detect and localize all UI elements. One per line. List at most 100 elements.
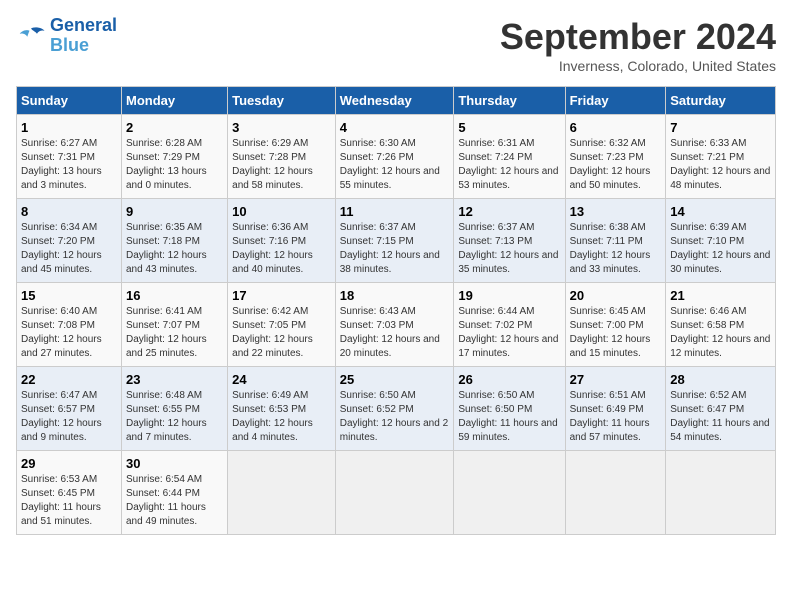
title-block: September 2024 Inverness, Colorado, Unit… [500,16,776,74]
day-number: 29 [21,456,117,471]
table-row: 21 Sunrise: 6:46 AMSunset: 6:58 PMDaylig… [666,283,776,367]
table-row: 7 Sunrise: 6:33 AMSunset: 7:21 PMDayligh… [666,115,776,199]
table-row: 1 Sunrise: 6:27 AMSunset: 7:31 PMDayligh… [17,115,122,199]
table-row: 19 Sunrise: 6:44 AMSunset: 7:02 PMDaylig… [454,283,565,367]
calendar-week-row: 8 Sunrise: 6:34 AMSunset: 7:20 PMDayligh… [17,199,776,283]
logo-bird-icon [16,24,46,48]
table-row [666,451,776,535]
day-number: 3 [232,120,331,135]
table-row: 18 Sunrise: 6:43 AMSunset: 7:03 PMDaylig… [335,283,454,367]
calendar-week-row: 15 Sunrise: 6:40 AMSunset: 7:08 PMDaylig… [17,283,776,367]
day-number: 5 [458,120,560,135]
calendar-week-row: 1 Sunrise: 6:27 AMSunset: 7:31 PMDayligh… [17,115,776,199]
calendar-body: 1 Sunrise: 6:27 AMSunset: 7:31 PMDayligh… [17,115,776,535]
table-row: 14 Sunrise: 6:39 AMSunset: 7:10 PMDaylig… [666,199,776,283]
table-row: 25 Sunrise: 6:50 AMSunset: 6:52 PMDaylig… [335,367,454,451]
table-row: 12 Sunrise: 6:37 AMSunset: 7:13 PMDaylig… [454,199,565,283]
month-title: September 2024 [500,16,776,58]
day-number: 21 [670,288,771,303]
col-thursday: Thursday [454,87,565,115]
day-number: 2 [126,120,223,135]
day-info: Sunrise: 6:39 AMSunset: 7:10 PMDaylight:… [670,221,771,277]
table-row: 11 Sunrise: 6:37 AMSunset: 7:15 PMDaylig… [335,199,454,283]
day-number: 30 [126,456,223,471]
table-row: 26 Sunrise: 6:50 AMSunset: 6:50 PMDaylig… [454,367,565,451]
day-number: 8 [21,204,117,219]
day-number: 14 [670,204,771,219]
table-row: 20 Sunrise: 6:45 AMSunset: 7:00 PMDaylig… [565,283,666,367]
day-number: 20 [570,288,662,303]
table-row: 3 Sunrise: 6:29 AMSunset: 7:28 PMDayligh… [228,115,336,199]
day-number: 17 [232,288,331,303]
table-row [228,451,336,535]
day-number: 4 [340,120,450,135]
col-monday: Monday [121,87,227,115]
table-row: 23 Sunrise: 6:48 AMSunset: 6:55 PMDaylig… [121,367,227,451]
day-number: 25 [340,372,450,387]
day-info: Sunrise: 6:32 AMSunset: 7:23 PMDaylight:… [570,137,662,193]
day-info: Sunrise: 6:46 AMSunset: 6:58 PMDaylight:… [670,305,771,361]
day-number: 23 [126,372,223,387]
table-row: 16 Sunrise: 6:41 AMSunset: 7:07 PMDaylig… [121,283,227,367]
logo-text: General Blue [50,16,117,56]
col-friday: Friday [565,87,666,115]
day-info: Sunrise: 6:37 AMSunset: 7:15 PMDaylight:… [340,221,450,277]
day-info: Sunrise: 6:31 AMSunset: 7:24 PMDaylight:… [458,137,560,193]
day-info: Sunrise: 6:41 AMSunset: 7:07 PMDaylight:… [126,305,223,361]
day-number: 27 [570,372,662,387]
location-subtitle: Inverness, Colorado, United States [500,58,776,74]
day-info: Sunrise: 6:34 AMSunset: 7:20 PMDaylight:… [21,221,117,277]
day-info: Sunrise: 6:33 AMSunset: 7:21 PMDaylight:… [670,137,771,193]
day-info: Sunrise: 6:52 AMSunset: 6:47 PMDaylight:… [670,389,771,445]
calendar-week-row: 29 Sunrise: 6:53 AMSunset: 6:45 PMDaylig… [17,451,776,535]
day-info: Sunrise: 6:35 AMSunset: 7:18 PMDaylight:… [126,221,223,277]
day-info: Sunrise: 6:43 AMSunset: 7:03 PMDaylight:… [340,305,450,361]
table-row: 9 Sunrise: 6:35 AMSunset: 7:18 PMDayligh… [121,199,227,283]
day-number: 24 [232,372,331,387]
col-sunday: Sunday [17,87,122,115]
page-header: General Blue September 2024 Inverness, C… [16,16,776,74]
col-wednesday: Wednesday [335,87,454,115]
day-number: 10 [232,204,331,219]
day-number: 22 [21,372,117,387]
day-info: Sunrise: 6:30 AMSunset: 7:26 PMDaylight:… [340,137,450,193]
table-row: 8 Sunrise: 6:34 AMSunset: 7:20 PMDayligh… [17,199,122,283]
day-info: Sunrise: 6:36 AMSunset: 7:16 PMDaylight:… [232,221,331,277]
day-info: Sunrise: 6:38 AMSunset: 7:11 PMDaylight:… [570,221,662,277]
day-number: 18 [340,288,450,303]
day-info: Sunrise: 6:28 AMSunset: 7:29 PMDaylight:… [126,137,223,193]
day-info: Sunrise: 6:45 AMSunset: 7:00 PMDaylight:… [570,305,662,361]
table-row: 22 Sunrise: 6:47 AMSunset: 6:57 PMDaylig… [17,367,122,451]
day-number: 11 [340,204,450,219]
table-row [565,451,666,535]
day-info: Sunrise: 6:27 AMSunset: 7:31 PMDaylight:… [21,137,117,193]
day-number: 26 [458,372,560,387]
day-number: 1 [21,120,117,135]
table-row: 13 Sunrise: 6:38 AMSunset: 7:11 PMDaylig… [565,199,666,283]
day-number: 28 [670,372,771,387]
calendar-header-row: Sunday Monday Tuesday Wednesday Thursday… [17,87,776,115]
table-row: 4 Sunrise: 6:30 AMSunset: 7:26 PMDayligh… [335,115,454,199]
table-row: 5 Sunrise: 6:31 AMSunset: 7:24 PMDayligh… [454,115,565,199]
table-row: 30 Sunrise: 6:54 AMSunset: 6:44 PMDaylig… [121,451,227,535]
day-info: Sunrise: 6:51 AMSunset: 6:49 PMDaylight:… [570,389,662,445]
table-row [454,451,565,535]
day-info: Sunrise: 6:47 AMSunset: 6:57 PMDaylight:… [21,389,117,445]
day-info: Sunrise: 6:54 AMSunset: 6:44 PMDaylight:… [126,473,223,529]
day-info: Sunrise: 6:40 AMSunset: 7:08 PMDaylight:… [21,305,117,361]
calendar-week-row: 22 Sunrise: 6:47 AMSunset: 6:57 PMDaylig… [17,367,776,451]
day-number: 13 [570,204,662,219]
day-number: 19 [458,288,560,303]
table-row: 27 Sunrise: 6:51 AMSunset: 6:49 PMDaylig… [565,367,666,451]
day-info: Sunrise: 6:42 AMSunset: 7:05 PMDaylight:… [232,305,331,361]
day-info: Sunrise: 6:29 AMSunset: 7:28 PMDaylight:… [232,137,331,193]
day-info: Sunrise: 6:50 AMSunset: 6:52 PMDaylight:… [340,389,450,445]
col-saturday: Saturday [666,87,776,115]
day-number: 6 [570,120,662,135]
table-row: 17 Sunrise: 6:42 AMSunset: 7:05 PMDaylig… [228,283,336,367]
table-row: 15 Sunrise: 6:40 AMSunset: 7:08 PMDaylig… [17,283,122,367]
logo: General Blue [16,16,117,56]
day-number: 16 [126,288,223,303]
day-info: Sunrise: 6:44 AMSunset: 7:02 PMDaylight:… [458,305,560,361]
table-row [335,451,454,535]
